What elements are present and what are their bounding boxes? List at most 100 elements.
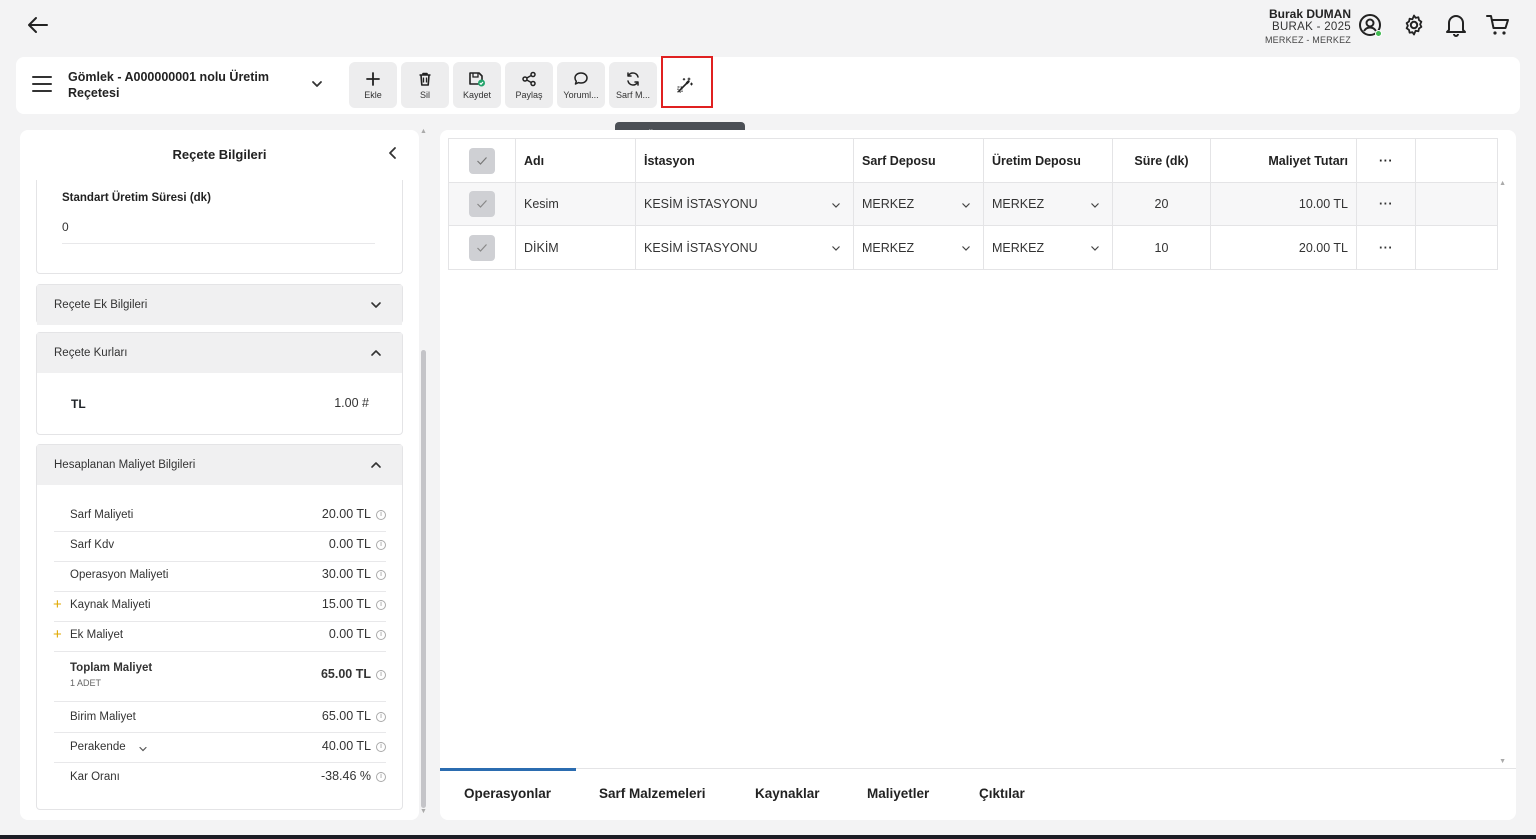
standard-time-label: Standart Üretim Süresi (dk) [62, 192, 211, 204]
chevron-down-icon [371, 302, 381, 308]
cell-name[interactable]: DİKİM [516, 226, 636, 269]
row-more-button[interactable]: ··· [1357, 226, 1416, 269]
add-button[interactable]: Ekle [349, 62, 397, 108]
rates-header[interactable]: Reçete Kurları [37, 333, 402, 373]
scroll-down-arrow[interactable]: ▼ [1499, 758, 1506, 765]
extra-info-header[interactable]: Reçete Ek Bilgileri [37, 285, 402, 325]
info-icon[interactable]: i [376, 540, 386, 550]
tab-outputs[interactable]: Çıktılar [979, 786, 1025, 801]
back-arrow-icon[interactable] [24, 12, 52, 38]
col-header-station[interactable]: İstasyon [636, 139, 854, 182]
left-panel-scrollbar[interactable] [421, 350, 426, 808]
cost-sub-label: 1 ADET [70, 678, 102, 688]
scroll-down-arrow[interactable]: ▼ [420, 808, 427, 815]
cell-production-depot[interactable]: MERKEZ [984, 183, 1113, 225]
info-icon[interactable]: i [376, 510, 386, 520]
chevron-down-icon [962, 246, 970, 251]
cart-icon[interactable] [1485, 12, 1511, 38]
cell-duration[interactable]: 20 [1113, 183, 1211, 225]
user-profile-icon[interactable] [1357, 12, 1383, 38]
row-checkbox[interactable] [469, 191, 495, 217]
select-all-checkbox[interactable] [469, 147, 495, 174]
chevron-down-icon[interactable] [138, 744, 148, 754]
cell-name[interactable]: Kesim [516, 183, 636, 225]
col-header-more[interactable]: ··· [1357, 139, 1416, 182]
cell-station[interactable]: KESİM İSTASYONU [636, 183, 854, 225]
cost-label: Kaynak Maliyeti [70, 599, 151, 611]
cost-row-profit-rate: Kar Oranı -38.46 % i [54, 769, 386, 793]
cell-cost[interactable]: 20.00 TL [1211, 226, 1357, 269]
menu-icon[interactable] [32, 76, 52, 94]
operations-panel: Adı İstasyon Sarf Deposu Üretim Deposu S… [440, 130, 1516, 820]
cell-station[interactable]: KESİM İSTASYONU [636, 226, 854, 269]
info-icon[interactable]: i [376, 630, 386, 640]
share-icon [522, 71, 536, 86]
scroll-up-arrow[interactable]: ▲ [1499, 180, 1506, 187]
info-icon[interactable]: i [376, 670, 386, 680]
user-name: Burak DUMAN [1268, 7, 1351, 21]
cost-row-consumption: Sarf Maliyeti 20.00 TL i [54, 507, 386, 532]
active-tab-indicator [440, 768, 576, 771]
cell-duration[interactable]: 10 [1113, 226, 1211, 269]
share-button[interactable]: Paylaş [505, 62, 553, 108]
scroll-up-arrow[interactable]: ▲ [420, 128, 427, 135]
delete-button[interactable]: Sil [401, 62, 449, 108]
rates-section: Reçete Kurları TL 1.00 # [36, 332, 403, 435]
col-header-name[interactable]: Adı [516, 139, 636, 182]
tab-resources[interactable]: Kaynaklar [755, 786, 820, 801]
consumables-button[interactable]: Sarf M... [609, 62, 657, 108]
bell-icon[interactable] [1443, 12, 1469, 38]
row-more-button[interactable]: ··· [1357, 183, 1416, 225]
info-icon[interactable]: i [376, 742, 386, 752]
cell-consumption-depot[interactable]: MERKEZ [854, 183, 984, 225]
row-checkbox[interactable] [469, 234, 495, 261]
tab-costs[interactable]: Maliyetler [867, 786, 929, 801]
cost-value: -38.46 % [320, 769, 371, 783]
info-icon[interactable]: i [376, 712, 386, 722]
cost-row-extra: + Ek Maliyet 0.00 TL i [53, 626, 386, 652]
info-icon[interactable]: i [376, 600, 386, 610]
tab-operations[interactable]: Operasyonlar [464, 786, 551, 801]
cost-label: Birim Maliyet [70, 711, 136, 723]
col-header-duration[interactable]: Süre (dk) [1113, 139, 1211, 182]
online-status-dot [1375, 30, 1382, 37]
document-toolbar: Gömlek - A000000001 nolu Üretim Reçetesi… [16, 56, 1520, 114]
extra-info-section[interactable]: Reçete Ek Bilgileri [36, 284, 403, 325]
col-header-cost[interactable]: Maliyet Tutarı [1211, 139, 1357, 182]
save-button[interactable]: Kaydet [453, 62, 501, 108]
bottom-band [0, 835, 1536, 839]
table-row[interactable]: Kesim KESİM İSTASYONU MERKEZ MERKEZ 20 1… [449, 183, 1497, 226]
chevron-down-icon[interactable] [310, 77, 326, 93]
add-button-label: Ekle [364, 89, 382, 100]
standard-time-field[interactable]: 0 [62, 220, 375, 244]
cell-cost[interactable]: 10.00 TL [1211, 183, 1357, 225]
col-header-consumption-depot[interactable]: Sarf Deposu [854, 139, 984, 182]
recipe-info-header: Reçete Bilgileri [20, 130, 419, 180]
comment-icon [574, 71, 588, 85]
calculated-cost-header[interactable]: Hesaplanan Maliyet Bilgileri [37, 445, 402, 485]
chevron-left-icon[interactable] [386, 146, 402, 162]
comments-button[interactable]: Yoruml... [557, 62, 605, 108]
cost-value: 40.00 TL [321, 739, 371, 753]
grid-header-row: Adı İstasyon Sarf Deposu Üretim Deposu S… [449, 139, 1497, 183]
chevron-down-icon [832, 246, 840, 251]
tab-consumables[interactable]: Sarf Malzemeleri [599, 786, 706, 801]
col-header-production-depot[interactable]: Üretim Deposu [984, 139, 1113, 182]
cell-production-depot[interactable]: MERKEZ [984, 226, 1113, 269]
info-icon[interactable]: i [376, 772, 386, 782]
plus-icon[interactable]: + [53, 596, 62, 613]
info-icon[interactable]: i [376, 570, 386, 580]
plus-icon[interactable]: + [53, 626, 62, 643]
cell-consumption-depot[interactable]: MERKEZ [854, 226, 984, 269]
comments-button-label: Yoruml... [563, 89, 599, 100]
top-bar: Burak DUMAN BURAK - 2025 MERKEZ - MERKEZ [0, 0, 1536, 50]
cost-value: 0.00 TL [328, 627, 371, 641]
chevron-down-icon [1091, 246, 1099, 251]
user-info[interactable]: Burak DUMAN BURAK - 2025 MERKEZ - MERKEZ [1265, 8, 1351, 47]
rate-currency: TL [71, 397, 86, 411]
cost-row-unit: Birim Maliyet 65.00 TL i [54, 709, 386, 733]
save-icon [469, 71, 485, 86]
gear-icon[interactable] [1401, 12, 1427, 38]
cost-row-total: Toplam Maliyet 1 ADET 65.00 TL i [54, 659, 386, 702]
table-row[interactable]: DİKİM KESİM İSTASYONU MERKEZ MERKEZ 10 2… [449, 226, 1497, 269]
